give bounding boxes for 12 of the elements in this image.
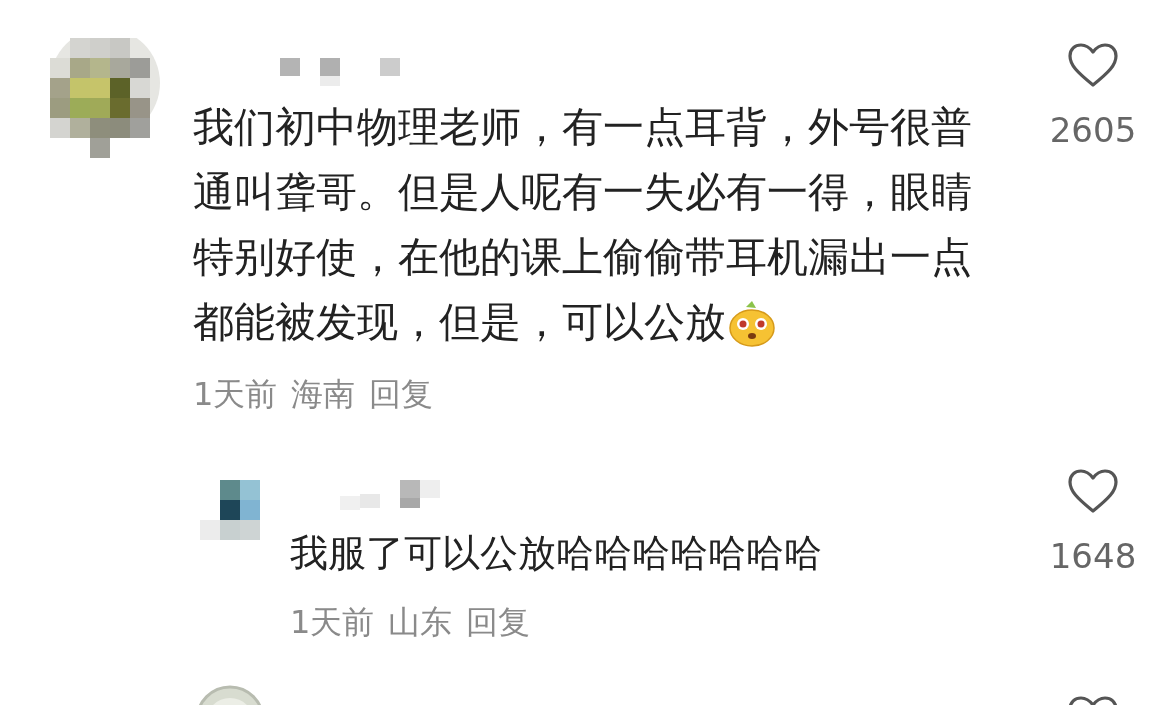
heart-icon[interactable]	[1067, 468, 1119, 514]
heart-icon[interactable]	[1067, 42, 1119, 88]
reply-link[interactable]: 回复	[369, 373, 434, 417]
location: 山东	[388, 602, 453, 643]
comment-text: 我服了可以公放哈哈哈哈哈哈哈	[290, 531, 822, 575]
comment-text: 我们初中物理老师，有一点耳背，外号很普通叫聋哥。但是人呢有一失必有一得，眼睛特别好使，在他的课上偷偷带耳机漏出一点都能被发现，但是，可以公放	[193, 103, 972, 346]
reply-link[interactable]: 回复	[466, 601, 531, 645]
timestamp: 1天前	[290, 602, 375, 643]
location: 海南	[291, 374, 356, 415]
timestamp: 1天前	[193, 374, 278, 415]
like-count: 1648	[1049, 536, 1137, 576]
like-count: 2605	[1049, 110, 1137, 150]
